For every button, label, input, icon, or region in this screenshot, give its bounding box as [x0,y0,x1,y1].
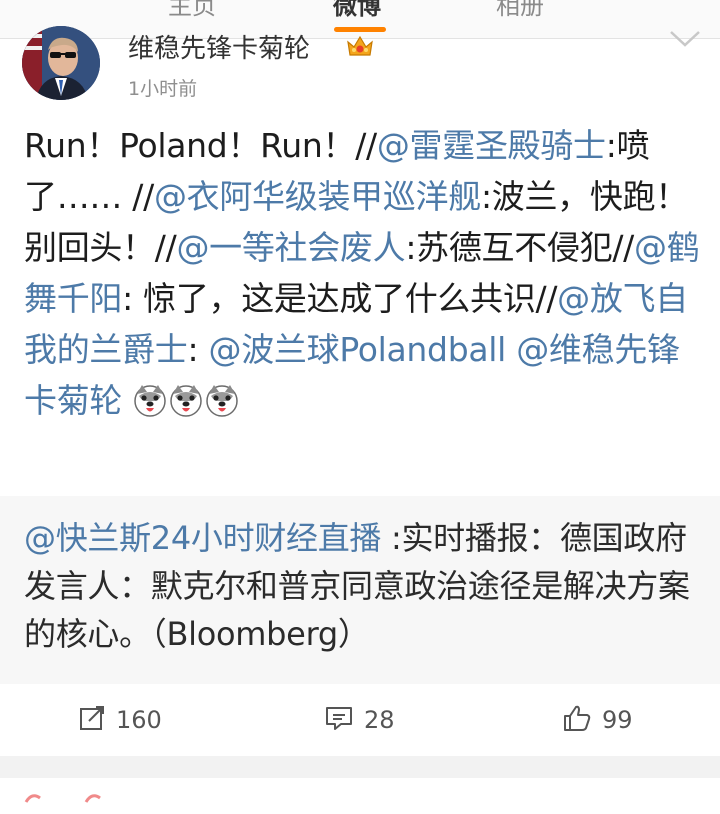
active-tab-indicator [334,27,386,32]
user-mention[interactable]: @波兰球Polandball [209,330,507,369]
comment-count: 28 [364,706,395,734]
post-text-segment: :苏德互不侵犯// [405,228,634,267]
feed-separator [0,756,720,778]
tab-home[interactable]: 主页 [168,0,216,21]
like-button[interactable]: 99 [562,704,633,736]
quoted-post-text: @快兰斯24小时财经直播 :实时播报：德国政府发言人：默克尔和普京同意政治途径是… [24,514,700,658]
quoted-author-mention[interactable]: @快兰斯24小时财经直播 [24,519,381,557]
user-mention[interactable]: @雷霆圣殿骑士 [377,126,606,165]
post-text-segment: Run！Poland！Run！// [24,126,377,165]
share-icon [78,704,106,736]
author-name[interactable]: 维稳先锋卡菊轮 [128,28,310,65]
post-text-segment [506,330,516,369]
user-mention[interactable]: @衣阿华级装甲巡洋舰 [154,177,481,216]
comment-icon [324,704,354,736]
post-text-segment: : 惊了，这是达成了什么共识// [122,279,558,318]
quoted-post[interactable]: @快兰斯24小时财经直播 :实时播报：德国政府发言人：默克尔和普京同意政治途径是… [0,496,720,684]
action-bar: 160 28 99 [0,684,720,756]
repost-count: 160 [116,706,162,734]
post-text-segment [122,381,132,420]
tab-album[interactable]: 相册 [496,0,544,21]
post-content: Run！Poland！Run！//@雷霆圣殿骑士:喷了…… //@衣阿华级装甲巡… [24,120,700,432]
repost-button[interactable]: 160 [78,704,162,736]
avatar[interactable] [22,26,100,100]
doge-emoji-icon [132,385,168,426]
like-count: 99 [602,706,633,734]
comment-button[interactable]: 28 [324,704,395,736]
tab-weibo[interactable]: 微博 [333,0,381,21]
thumbs-up-icon [562,703,592,737]
doge-emoji-group [132,381,240,432]
vip-crown-icon [346,34,374,58]
doge-emoji-icon [168,385,204,426]
chevron-down-icon[interactable] [668,28,702,50]
post-timestamp: 1小时前 [128,78,198,100]
post-text-segment: : [187,330,209,369]
user-mention[interactable]: @一等社会废人 [176,228,405,267]
next-post-card [0,778,720,804]
doge-emoji-icon [204,385,240,426]
